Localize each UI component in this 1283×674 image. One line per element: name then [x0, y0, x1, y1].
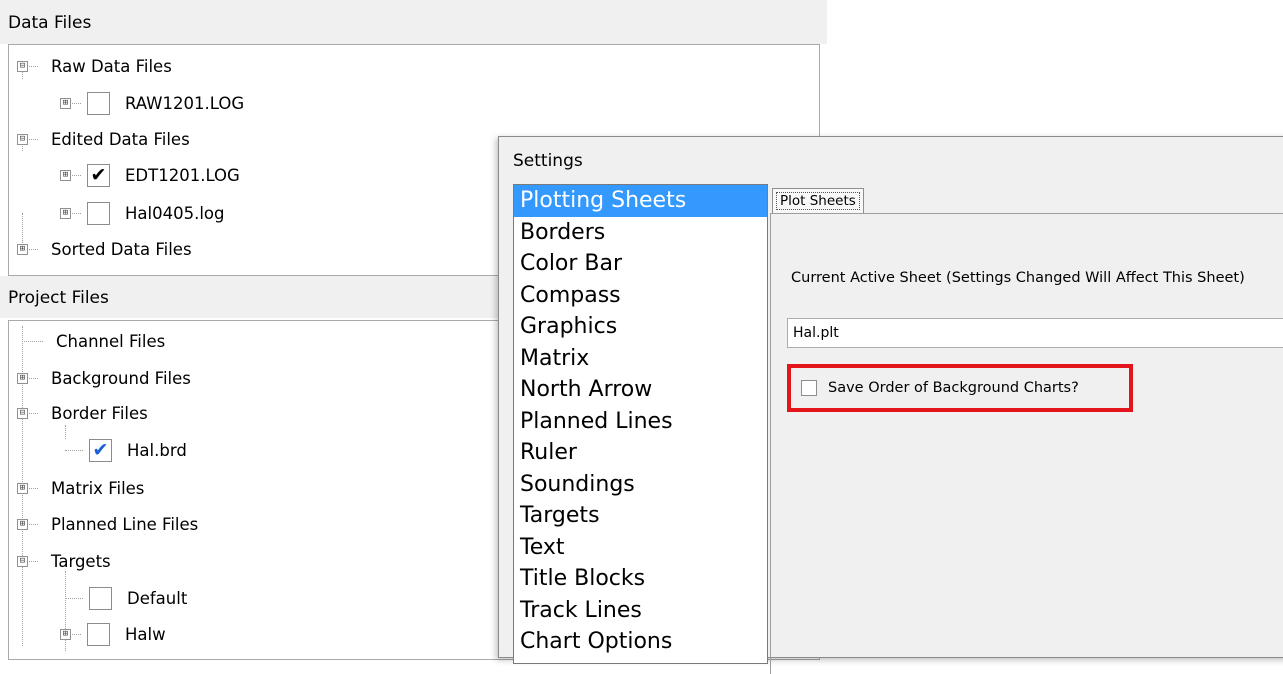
- category-plotting-sheets[interactable]: Plotting Sheets: [514, 185, 767, 217]
- settings-category-list[interactable]: Plotting Sheets Borders Color Bar Compas…: [513, 184, 768, 664]
- category-color-bar[interactable]: Color Bar: [514, 248, 767, 280]
- tab-label: Plot Sheets: [776, 192, 860, 210]
- tree-node-hal-brd[interactable]: ✔ Hal.brd: [65, 432, 187, 468]
- data-files-header: Data Files: [0, 0, 827, 44]
- tree-node-label: Channel Files: [56, 331, 166, 351]
- tree-node-label: Default: [127, 588, 188, 608]
- tree-node-matrix-files[interactable]: ⊞ Matrix Files: [17, 470, 144, 506]
- tree-node-channel-files[interactable]: Channel Files: [22, 323, 165, 359]
- category-chart-options[interactable]: Chart Options: [514, 626, 767, 658]
- collapse-icon[interactable]: ⊟: [17, 133, 28, 145]
- active-sheet-label: Current Active Sheet (Settings Changed W…: [791, 270, 1245, 286]
- category-soundings[interactable]: Soundings: [514, 469, 767, 501]
- tree-node-hal0405[interactable]: ⊞ Hal0405.log: [60, 195, 225, 231]
- category-targets[interactable]: Targets: [514, 500, 767, 532]
- tree-node-background-files[interactable]: ⊞ Background Files: [17, 360, 191, 396]
- tree-node-label: Hal.brd: [127, 440, 187, 460]
- tree-node-label: Targets: [51, 551, 111, 571]
- dialog-title: Settings: [513, 151, 583, 171]
- tree-node-edited-data-files[interactable]: ⊟ Edited Data Files: [17, 121, 190, 157]
- tree-node-label: Planned Line Files: [51, 514, 199, 534]
- category-matrix[interactable]: Matrix: [514, 343, 767, 375]
- tree-node-label: EDT1201.LOG: [125, 165, 240, 185]
- expand-icon[interactable]: ⊞: [60, 628, 71, 640]
- expand-icon[interactable]: ⊞: [60, 169, 71, 181]
- expand-icon[interactable]: ⊞: [17, 372, 28, 384]
- tree-node-label: Hal0405.log: [125, 203, 225, 223]
- tree-node-label: Border Files: [51, 403, 148, 423]
- tree-node-raw-data-files[interactable]: ⊟ Raw Data Files: [17, 48, 172, 84]
- tree-node-label: Raw Data Files: [51, 56, 172, 76]
- category-track-lines[interactable]: Track Lines: [514, 595, 767, 627]
- active-sheet-field[interactable]: Hal.plt: [787, 318, 1283, 348]
- settings-dialog: Settings Plotting Sheets Borders Color B…: [498, 136, 1283, 674]
- tree-node-halw[interactable]: ⊞ Halw: [60, 616, 166, 652]
- tree-node-planned-line-files[interactable]: ⊞ Planned Line Files: [17, 506, 198, 542]
- expand-icon[interactable]: ⊞: [17, 243, 28, 255]
- category-graphics[interactable]: Graphics: [514, 311, 767, 343]
- collapse-icon[interactable]: ⊟: [17, 555, 28, 567]
- collapse-icon[interactable]: ⊟: [17, 60, 28, 72]
- tree-node-default[interactable]: Default: [65, 580, 187, 616]
- file-checkbox[interactable]: [87, 201, 110, 225]
- tree-node-sorted-data-files[interactable]: ⊞ Sorted Data Files: [17, 231, 192, 267]
- category-ruler[interactable]: Ruler: [514, 437, 767, 469]
- expand-icon[interactable]: ⊞: [17, 482, 28, 494]
- file-checkbox[interactable]: [89, 586, 112, 610]
- tree-node-edt1201[interactable]: ⊞ ✔ EDT1201.LOG: [60, 157, 240, 193]
- tree-node-label: Background Files: [51, 368, 191, 388]
- expand-icon[interactable]: ⊞: [60, 207, 71, 219]
- file-checkbox[interactable]: [87, 622, 110, 646]
- file-checkbox[interactable]: [87, 91, 110, 115]
- tab-plot-sheets[interactable]: Plot Sheets: [772, 188, 864, 213]
- tree-node-raw1201[interactable]: ⊞ RAW1201.LOG: [60, 85, 244, 121]
- expand-icon[interactable]: ⊞: [60, 97, 71, 109]
- tree-node-label: Edited Data Files: [51, 129, 190, 149]
- category-text[interactable]: Text: [514, 532, 767, 564]
- save-order-label[interactable]: Save Order of Background Charts?: [828, 380, 1079, 396]
- expand-icon[interactable]: ⊞: [17, 518, 28, 530]
- plot-sheets-page: Current Active Sheet (Settings Changed W…: [770, 213, 1283, 674]
- tree-node-label: RAW1201.LOG: [125, 93, 245, 113]
- tree-node-label: Sorted Data Files: [51, 239, 192, 259]
- category-north-arrow[interactable]: North Arrow: [514, 374, 767, 406]
- collapse-icon[interactable]: ⊟: [17, 407, 28, 419]
- tree-node-border-files[interactable]: ⊟ Border Files: [17, 395, 148, 431]
- tree-node-label: Matrix Files: [51, 478, 145, 498]
- category-compass[interactable]: Compass: [514, 280, 767, 312]
- save-order-highlight: Save Order of Background Charts?: [787, 364, 1133, 412]
- category-planned-lines[interactable]: Planned Lines: [514, 406, 767, 438]
- category-title-blocks[interactable]: Title Blocks: [514, 563, 767, 595]
- tree-node-targets[interactable]: ⊟ Targets: [17, 543, 111, 579]
- save-order-checkbox[interactable]: [801, 380, 817, 396]
- file-checkbox[interactable]: ✔: [89, 438, 112, 462]
- category-borders[interactable]: Borders: [514, 217, 767, 249]
- file-checkbox[interactable]: ✔: [87, 163, 110, 187]
